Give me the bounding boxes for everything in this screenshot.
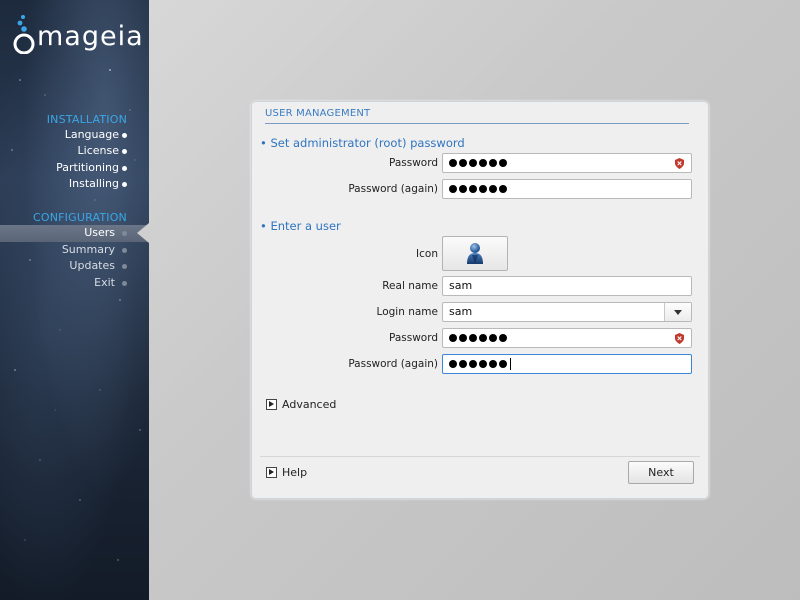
user-password-label: Password [388,332,438,344]
advanced-expander[interactable]: Advanced [266,398,336,411]
user-management-dialog: USER MANAGEMENT • Set administrator (roo… [251,101,709,499]
password-dot [449,185,457,193]
bottom-divider [260,456,700,457]
expander-arrow-icon [266,399,277,410]
password-strength-icon [675,333,684,344]
password-dot [469,185,477,193]
help-label: Help [282,466,308,479]
user-icon-button[interactable] [442,236,508,271]
password-dot [449,159,457,167]
advanced-label: Advanced [282,398,337,411]
user-avatar-icon [467,243,483,264]
password-dot [479,360,487,368]
real-name-label: Real name [382,280,438,292]
nav-item-exit: Exit [94,276,115,289]
section-title-installation: INSTALLATION [46,113,127,126]
dialog-title: USER MANAGEMENT [265,108,371,119]
password-dot [499,360,507,368]
nav-dot-exit [122,281,127,286]
password-dot [479,185,487,193]
login-name-combobox[interactable]: sam [442,302,692,322]
starfield-background [11,69,141,561]
password-dot [449,360,457,368]
nav-item-users: Users [84,226,115,239]
password-dot [499,334,507,342]
nav-item-installing: Installing [68,177,119,190]
password-strength-icon [675,158,684,169]
password-dot [499,159,507,167]
login-name-dropdown-button[interactable] [664,303,691,321]
user-password-field[interactable] [442,328,692,348]
user-password-again-field[interactable] [442,354,692,374]
password-dot [459,185,467,193]
real-name-field[interactable]: sam [442,276,692,296]
nav-item-updates: Updates [69,259,115,272]
password-dot [469,360,477,368]
password-dot [459,360,467,368]
password-dot [489,185,497,193]
title-divider [265,123,689,124]
password-dot [489,159,497,167]
next-button[interactable]: Next [628,461,694,484]
expander-arrow-icon [266,467,277,478]
login-name-label: Login name [376,306,438,318]
password-dot [489,360,497,368]
password-dot [469,334,477,342]
login-name-value: sam [449,305,473,318]
user-password-again-mask [449,358,511,370]
password-dot [459,334,467,342]
icon-label: Icon [416,248,438,260]
nav-dot-updates [122,264,127,269]
root-password-mask [449,159,507,169]
root-password-heading: • Set administrator (root) password [260,136,465,150]
chevron-down-icon [674,310,682,315]
user-password-again-label: Password (again) [348,358,438,370]
nav-dot-partitioning [122,166,127,171]
section-title-configuration: CONFIGURATION [32,211,127,224]
password-dot [489,334,497,342]
nav-dot-language [122,133,127,138]
nav-item-language: Language [64,128,119,141]
password-dot [469,159,477,167]
password-dot [499,185,507,193]
root-password-field[interactable] [442,153,692,173]
nav-item-partitioning: Partitioning [56,161,119,174]
password-dot [449,334,457,342]
nav-item-license: License [77,144,119,157]
installer-sidebar: mageia INSTALLATION Language License Par… [0,0,149,600]
user-password-mask [449,334,507,344]
nav-dot-summary [122,248,127,253]
active-step-arrow-icon [137,223,149,243]
real-name-value: sam [449,279,473,292]
root-password-again-field[interactable] [442,179,692,199]
nav-item-summary: Summary [61,243,115,256]
password-dot [479,334,487,342]
help-expander[interactable]: Help [266,466,307,479]
nav-dot-users [122,231,127,236]
root-password-label: Password [388,157,438,169]
root-password-again-label: Password (again) [348,183,438,195]
root-password-again-mask [449,185,507,195]
enter-user-heading: • Enter a user [260,219,341,233]
text-cursor [510,358,511,370]
nav-dot-license [122,149,127,154]
nav-dot-installing [122,182,127,187]
logo-text: mageia [37,21,144,52]
password-dot [479,159,487,167]
password-dot [459,159,467,167]
